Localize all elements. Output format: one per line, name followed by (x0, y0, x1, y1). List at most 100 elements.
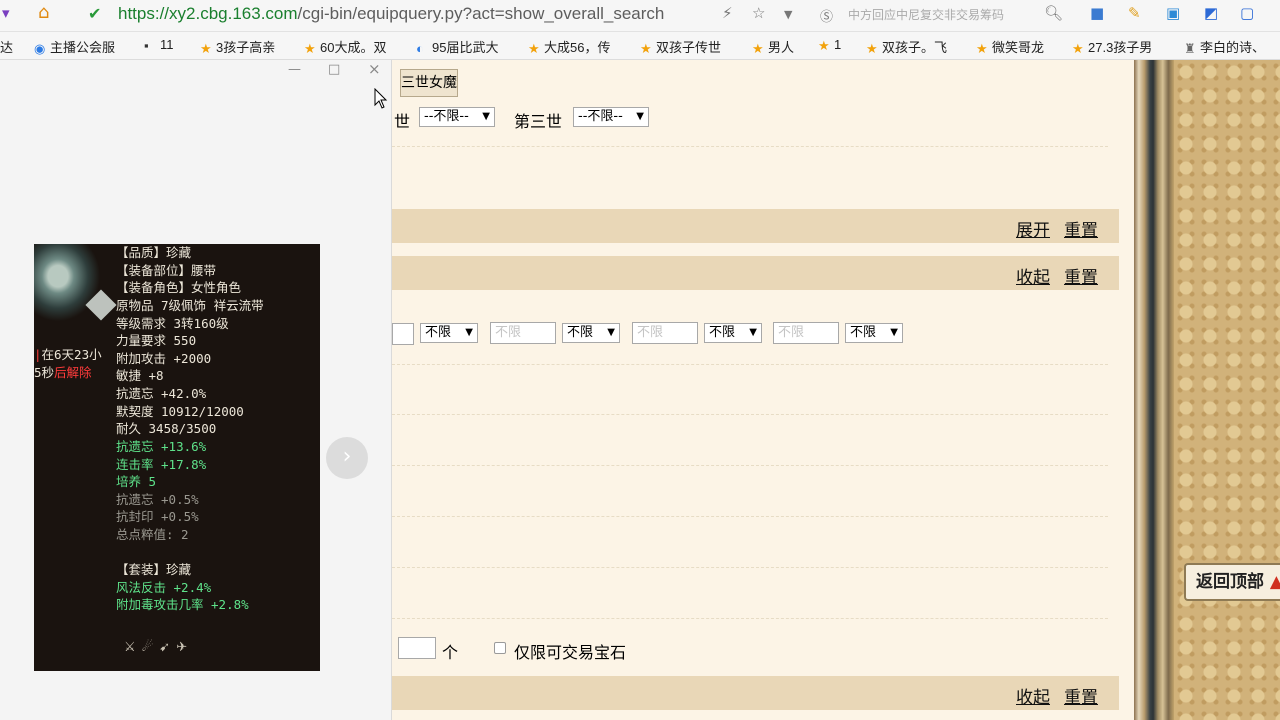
divider (392, 567, 1108, 568)
item-bonus: 培养 5 (116, 474, 157, 489)
close-icon[interactable]: × (368, 60, 381, 78)
third-world-button[interactable]: 三世女魔 (400, 69, 458, 97)
star-icon: ★ (640, 41, 652, 56)
attribute-select[interactable]: 不限 ▼ (704, 323, 762, 343)
collapse-link[interactable]: 收起 (1016, 263, 1050, 288)
back-to-top-label: 返回顶部 (1196, 572, 1264, 592)
divider (392, 364, 1108, 365)
key-icon[interactable]: ✎ (1128, 4, 1141, 22)
bookmark-item[interactable]: ◐ 95届比武大 (416, 37, 498, 56)
secure-shield-icon: ✔ (88, 4, 102, 23)
film-icon: ▪ (144, 38, 149, 53)
item-extra: 抗遗忘 +0.5% (116, 492, 199, 507)
bookmark-item[interactable]: ★ 大成56，传 (528, 37, 610, 56)
item-durability: 耐久 3458/3500 (116, 421, 217, 436)
chevron-down-icon: ▼ (482, 111, 490, 122)
poem-icon: ♜ (1184, 41, 1196, 56)
tradable-gem-label: 仅限可交易宝石 (514, 643, 627, 662)
bookmark-item[interactable]: ♜ 李白的诗、 (1184, 37, 1265, 56)
bookmark-item[interactable]: ◉ 主播公会服 (34, 37, 115, 56)
bookmark-label: 11 (160, 37, 174, 52)
bookmark-label: 达 (0, 40, 14, 55)
maximize-icon[interactable]: □ (328, 62, 340, 77)
window-icon[interactable]: ▢ (1240, 4, 1254, 22)
bookmark-label: 1 (834, 37, 842, 52)
section-header: 展开 重置 (392, 209, 1119, 243)
item-total: 总点粹值: 2 (116, 527, 189, 542)
bookmark-item[interactable]: ★ 27.3孩子男 (1072, 37, 1152, 56)
section-header: 收起 重置 (392, 256, 1119, 290)
globe-icon: ◉ (34, 41, 46, 56)
expand-link[interactable]: 展开 (1016, 216, 1050, 241)
home-icon[interactable]: ⌂ (38, 2, 49, 23)
extension-icon-3[interactable]: ◩ (1204, 4, 1218, 22)
bookmark-item[interactable]: ★ 1 (818, 37, 842, 53)
value-input[interactable] (392, 323, 414, 345)
item-attack: 附加攻击 +2000 (116, 351, 212, 366)
attribute-select[interactable]: 不限 ▼ (845, 323, 903, 343)
item-slot: 【装备部位】腰带 (116, 263, 217, 278)
star-icon: ★ (304, 41, 316, 56)
third-world-select[interactable]: --不限-- ▼ (573, 107, 649, 127)
minimize-icon[interactable]: — (288, 62, 301, 77)
next-image-button[interactable]: › (326, 437, 368, 479)
dropdown-icon[interactable]: ▼ (784, 8, 792, 21)
bookmark-item[interactable]: ▪ 11 (144, 37, 174, 53)
star-icon: ★ (866, 41, 878, 56)
value-input[interactable]: 不限 (773, 322, 839, 344)
bookmark-item[interactable]: ★ 3孩子高亲 (200, 37, 275, 56)
value-input[interactable]: 不限 (632, 322, 698, 344)
bookmark-label: 3孩子高亲 (216, 40, 276, 55)
search-icon[interactable]: 🔍︎ (1044, 4, 1063, 22)
bookmark-item[interactable]: ★ 微笑哥龙 (976, 37, 1044, 56)
bookmark-item[interactable]: 达 (0, 37, 13, 56)
bookmark-label: 60大成。双 (320, 40, 387, 55)
collapse-link[interactable]: 收起 (1016, 683, 1050, 708)
bookmark-label: 27.3孩子男 (1088, 40, 1153, 55)
bookmark-label: 大成56，传 (544, 40, 611, 55)
gem-count-input[interactable] (398, 637, 436, 659)
url-field[interactable]: https://xy2.cbg.163.com/cgi-bin/equipque… (118, 4, 718, 24)
item-tooltip-image: |在6天23小 5秒后解除 【品质】珍藏 【装备部位】腰带 【装备角色】女性角色… (34, 244, 320, 671)
chevron-down-icon: ▼ (636, 111, 644, 122)
set-icons: ⚔☄➹✈ (124, 640, 194, 655)
select-value: 不限 (709, 325, 736, 340)
bookmark-item[interactable]: ★ 男人 (752, 37, 794, 56)
select-value: 不限 (850, 325, 877, 340)
bookmark-label: 双孩子。飞 (882, 40, 948, 55)
bookmark-label: 双孩子传世 (656, 40, 722, 55)
bookmark-item[interactable]: ★ 双孩子传世 (640, 37, 721, 56)
reset-link[interactable]: 重置 (1064, 216, 1098, 241)
url-host: https://xy2.cbg.163.com (118, 4, 298, 23)
select-value: 不限 (567, 325, 594, 340)
second-world-select[interactable]: --不限-- ▼ (419, 107, 495, 127)
value-input[interactable]: 不限 (490, 322, 556, 344)
second-world-label: 世 (394, 112, 411, 131)
item-resist-forget: 抗遗忘 +42.0% (116, 386, 207, 401)
bookmark-item[interactable]: ★ 双孩子。飞 (866, 37, 947, 56)
extension-icon-2[interactable]: ▣ (1166, 4, 1180, 22)
back-to-top-button[interactable]: 返回顶部 ▲ (1184, 563, 1280, 601)
reset-link[interactable]: 重置 (1064, 683, 1098, 708)
decorative-pillar (1134, 60, 1174, 720)
attribute-select[interactable]: 不限 ▼ (562, 323, 620, 343)
lightning-icon[interactable]: ⚡ (722, 4, 733, 22)
browser-icon: ◐ (416, 41, 424, 56)
third-world-label: 第三世 (514, 112, 563, 131)
bookmark-item[interactable]: ★ 60大成。双 (304, 37, 386, 56)
attribute-select[interactable]: 不限 ▼ (420, 323, 478, 343)
divider (392, 516, 1108, 517)
section-header: 收起 重置 (392, 676, 1119, 710)
tradable-gem-checkbox[interactable] (494, 642, 506, 654)
item-set-bonus: 风法反击 +2.4% (116, 580, 212, 595)
divider (392, 465, 1108, 466)
star-icon: ★ (818, 38, 830, 53)
bookmark-label: 李白的诗、 (1200, 40, 1266, 55)
reset-link[interactable]: 重置 (1064, 263, 1098, 288)
select-value: --不限-- (578, 109, 623, 124)
bookmark-star-icon[interactable]: ☆ (752, 4, 765, 22)
divider (392, 618, 1108, 619)
menu-icon[interactable]: ▾ (2, 4, 10, 22)
extension-icon[interactable]: ■ (1090, 4, 1104, 22)
search-suggestion[interactable]: 中方回应中尼复交非交易筹码 (848, 6, 1004, 23)
